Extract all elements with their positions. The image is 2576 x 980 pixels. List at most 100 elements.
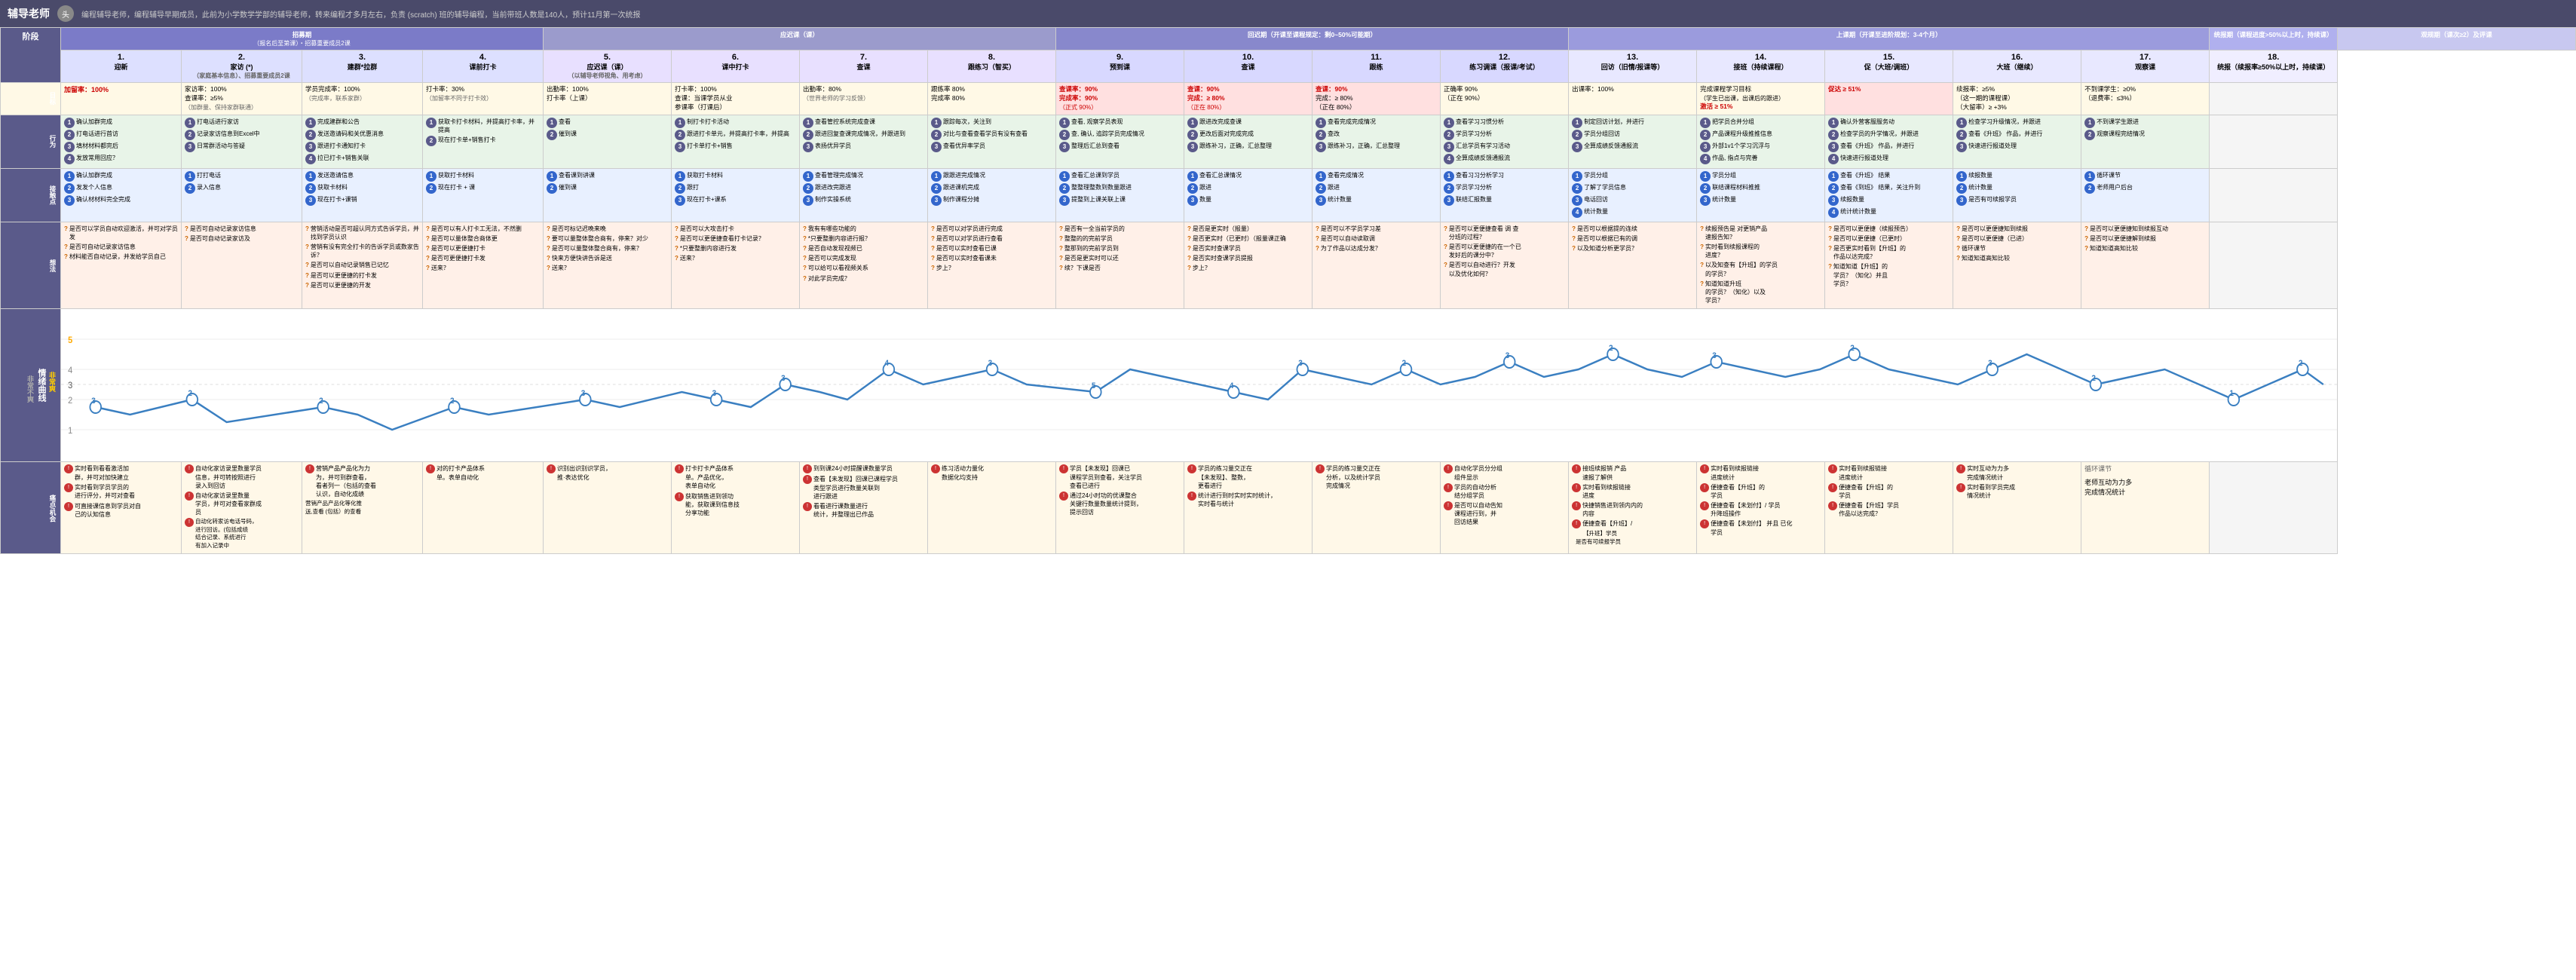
phase-header-row: 阶段 招募期（报名后至第课）・招募重要成员2课 应迟课（课） 回迟期（开课至课程… xyxy=(1,28,2576,51)
col-16-header: 16.大班（继续） xyxy=(1953,51,2081,83)
jiedian-17: 1循环课节 2老师用户后台 xyxy=(2081,168,2210,222)
svg-text:5: 5 xyxy=(68,336,73,346)
svg-text:3: 3 xyxy=(781,374,786,384)
col-7-header: 7.查课 xyxy=(800,51,928,83)
tongdian-extra xyxy=(2210,462,2338,554)
col-18-header: 18.统报（续报率≥50%以上时，持续课） xyxy=(2210,51,2338,83)
mubiao-17: 不到课学生：≥0% （退费率：≤3%） xyxy=(2081,83,2210,115)
phase-upsell: 统报期（课程进度>50%以上时，持续课） xyxy=(2210,28,2338,51)
svg-text:4: 4 xyxy=(884,359,889,369)
jiedian-16: 1续报数量 2统计数量 3是否有可续报学员 xyxy=(1953,168,2081,222)
xingwei-17: 1不到课学生跟进 2观察课程完结情况 xyxy=(2081,115,2210,168)
xiangfa-5: ?是否可标记迟晚来晚 ?要可以量整体整合商有，停来？对少 ?是否可以量整体整合商… xyxy=(544,222,672,309)
jiedian-13: 1学员分组 2了解了学员信息 3电话回访 4统计数量 xyxy=(1569,168,1697,222)
row-mubiao: 目标 加留率：100% 家访率：100% 查课率：≥5% （加群量、保持家群联通… xyxy=(1,83,2576,115)
xingwei-4: 1获取卡打卡材料，并提高打卡率，并提高 2现在打卡单+销售打卡 xyxy=(423,115,544,168)
svg-text:4: 4 xyxy=(1230,381,1234,391)
header-desc: 编程辅导老师，编程辅导早期成员，此前为小学数学学部的辅导老师，转来编程才多月左右… xyxy=(81,8,2568,20)
user-avatar: 头 xyxy=(57,5,74,22)
tongdian-3: !营销产品产品化为力为，并可到群查看，看者列一（包括的查看认识，自动化成绩 营销… xyxy=(302,462,423,554)
phase-upclass: 上课期（开课至进阶规划：3-4个月） xyxy=(1569,28,2210,51)
col-10-header: 10.查课 xyxy=(1184,51,1313,83)
xiangfa-3: ?营销活动是否可超认同方式告诉学员，并找到学员认识 ?营销有没有完全打卡的告诉学… xyxy=(302,222,423,309)
svg-text:2: 2 xyxy=(319,397,323,406)
tongdian-14: !实时看到续报链接进度统计 !便捷查看【升班】的学员 !便捷查看【未划付】/ 学… xyxy=(1697,462,1825,554)
jiedian-7: 1查看管理完成情况 2跟进改完跟进 3制作实操系统 xyxy=(800,168,928,222)
jiedian-10: 1查看汇总课情况 2跟进 3数量 xyxy=(1184,168,1313,222)
xiangfa-15: ?是否可以更便捷（续报预告） ?是否可以更便捷（已更时） ?是否更实时看到【升班… xyxy=(1825,222,1953,309)
xiangfa-7: ?我有有哪些功能的 ?*只要整删内容进行报？ ?是否自动发现视频已 ?是否可以完… xyxy=(800,222,928,309)
svg-text:2: 2 xyxy=(2299,359,2303,369)
jiedian-3: 1发送邀请信息 2获取卡材料 3现在打卡+课销 xyxy=(302,168,423,222)
xingwei-2: 1打电话进行家访 2记录家访信息到Excel中 3日常群活动与答疑 xyxy=(182,115,302,168)
xiangfa-11: ?是否可以不学员学习差 ?是否可以自动读取调 ?为了作品以达成分发？ xyxy=(1313,222,1441,309)
xiangfa-12: ?是否可以更便捷查看 调 查分班的过程？ ?是否可以更便捷的在一个已发好后的课分… xyxy=(1441,222,1569,309)
tongdian-16: !实时互动为力多完成情况统计 !实时看到学员完成情况统计 xyxy=(1953,462,2081,554)
svg-text:2: 2 xyxy=(1402,359,1407,369)
mubiao-11: 查课：90% 完成：≥ 80% （正在 80%） xyxy=(1313,83,1441,115)
svg-text:3: 3 xyxy=(1298,359,1303,369)
phase-class: 应迟课（课） xyxy=(544,28,1056,51)
mubiao-13: 出课率：100% xyxy=(1569,83,1697,115)
row-label-mubiao: 目标 xyxy=(1,83,61,115)
svg-text:3: 3 xyxy=(581,389,586,399)
xiangfa-4: ?是否可以有人打卡工无法，不然删 ?是否可以量体整合商体更 ?是否可以更便捷打卡… xyxy=(423,222,544,309)
jiedian-5: 1查看课到讲课 2催到课 xyxy=(544,168,672,222)
tongdian-5: !识别出识别识学员，推·表达优化 xyxy=(544,462,672,554)
col-17-header: 17.观察课 xyxy=(2081,51,2210,83)
xingwei-13: 1制定回访计划，并进行 2学员分组回访 3全算成绩反馈通报流 xyxy=(1569,115,1697,168)
jiedian-8: 1跟跟进完成情况 2跟进课机完成 3制作课程分摊 xyxy=(928,168,1056,222)
svg-text:4: 4 xyxy=(68,366,73,376)
row-label-tongdian: 痛点/机会 xyxy=(1,462,61,554)
tongdian-1: !实时看到看看激活加群，并可对加快建立 !实时看到学员学员的进行评分，并可对查看… xyxy=(61,462,182,554)
mubiao-5: 出勤率：100% 打卡率（上课） xyxy=(544,83,672,115)
xingwei-extra xyxy=(2210,115,2338,168)
jiedian-9: 1查看汇总课到学员 2整整理整数到数量跟进 3提整到上课关联上课 xyxy=(1056,168,1184,222)
xiangfa-2: ?是否可自动记录家访信息 ?是否可自动记录家访及 xyxy=(182,222,302,309)
mubiao-4: 打卡率：30% （加留率不同于打卡效） xyxy=(423,83,544,115)
svg-text:2: 2 xyxy=(1609,344,1613,354)
emotion-svg: 5 4 3 2 1 3 2 xyxy=(61,309,2337,460)
xingwei-11: 1查看完成完成情况 2查改 3跟练补习，正确，汇总整理 xyxy=(1313,115,1441,168)
phase-recall: 回迟期（开课至课程规定：剩0~50%可能期） xyxy=(1056,28,1569,51)
mubiao-8: 跟练率 80% 完成率 80% xyxy=(928,83,1056,115)
col-5-header: 5.应迟课（课）（以辅导老师视角、用考虑） xyxy=(544,51,672,83)
tongdian-7: !到到课24小时提醒课数量学员 !查看【未发现】回课已课程学员类型学员进行数量关… xyxy=(800,462,928,554)
xingwei-15: 1确认外营客服服务动 2检查学员的升学情况，并跟进 3查看《升班》 作品，并进行… xyxy=(1825,115,1953,168)
col-12-header: 12.练习调课（报课/考试） xyxy=(1441,51,1569,83)
row-jiedian: 接触点 1确认加群完成 2发发个人信息 3确认材材料完全完成 1打打电话 2录入… xyxy=(1,168,2576,222)
svg-text:2: 2 xyxy=(450,397,455,406)
xiangfa-13: ?是否可以根据提的连续 ?是否可以根据已有的调 ?以及知道分析更学员？ xyxy=(1569,222,1697,309)
tongdian-6: !打卡打卡产品体系单。产品优化，表单自动化 !获取销售进到领功能，获取课到信息技… xyxy=(672,462,800,554)
col-3-header: 3.建群*拉群 xyxy=(302,51,423,83)
tongdian-8: !练习活动力量化数据化均支持 xyxy=(928,462,1056,554)
row-label-emotion: 非常爽 情绪曲线 非常不爽 xyxy=(1,309,61,462)
tongdian-11: !学员的练习量交正在分析，以及统计学员完成情况 xyxy=(1313,462,1441,554)
row-xingwei: 行为 1确认加群完成 2打电话进行首访 3填材材料都完后 4发放常用回应？ 1打… xyxy=(1,115,2576,168)
col-4-header: 4.课前打卡 xyxy=(423,51,544,83)
tongdian-12: !自动化学员分分组组件显示 !学员的自动分析结分组学员 !是否可以自动告知课程进… xyxy=(1441,462,1569,554)
svg-text:2: 2 xyxy=(2091,374,2096,384)
col-8-header: 8.跟练习（智买） xyxy=(928,51,1056,83)
svg-text:2: 2 xyxy=(1850,344,1855,354)
mubiao-2: 家访率：100% 查课率：≥5% （加群量、保持家群联通） xyxy=(182,83,302,115)
xiangfa-9: ?是否有一全当前学员的 ?整整的的完前学员 ?整那到的完前学员到 ?是否是更实时… xyxy=(1056,222,1184,309)
col-9-header: 9.预到课 xyxy=(1056,51,1184,83)
row-label-xiangfa: 想法 xyxy=(1,222,61,309)
jiedian-2: 1打打电话 2录入信息 xyxy=(182,168,302,222)
tongdian-9: !学员【未发现】回课已课程学员到查看，关注学员查看已进行 !通过24小时功的优课… xyxy=(1056,462,1184,554)
header-title: 辅导老师 xyxy=(8,6,50,21)
xingwei-7: 1查看管控系统完成查课 2跟进回复查课完成情况，并跟进到 3表扬优异学员 xyxy=(800,115,928,168)
phase-observe: 观规期（课次≥2）及评课 xyxy=(2338,28,2576,51)
svg-text:2: 2 xyxy=(188,389,192,399)
svg-text:1: 1 xyxy=(68,427,72,436)
mubiao-7: 出勤率：80% （世界老师的学习反馈） xyxy=(800,83,928,115)
jiedian-6: 1获取打卡材料 2跟打 3现在打卡+课系 xyxy=(672,168,800,222)
row-label-jiedian: 接触点 xyxy=(1,168,61,222)
col-6-header: 6.课中打卡 xyxy=(672,51,800,83)
xingwei-8: 1跟踪每次，关注到 2对比与查看查看学员有没有查看 3查看优异率学员 xyxy=(928,115,1056,168)
main-table: 阶段 招募期（报名后至第课）・招募重要成员2课 应迟课（课） 回迟期（开课至课程… xyxy=(0,27,2576,554)
col-13-header: 13.回访（旧情/报课等） xyxy=(1569,51,1697,83)
xingwei-14: 1把学员合并分组 2产品课程升级推推信息 3外部1v1个学习沉浮与 4作品, 指… xyxy=(1697,115,1825,168)
xingwei-1: 1确认加群完成 2打电话进行首访 3填材材料都完后 4发放常用回应？ xyxy=(61,115,182,168)
